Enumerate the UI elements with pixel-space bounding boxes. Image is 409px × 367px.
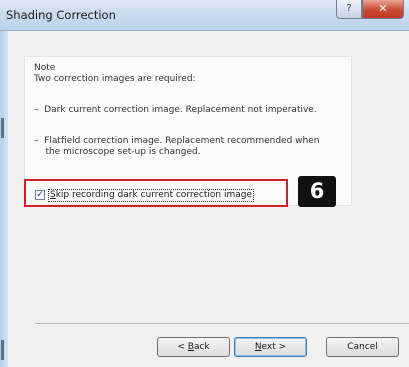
- close-icon: ✕: [378, 2, 388, 15]
- help-button[interactable]: ?: [336, 0, 362, 19]
- skip-dark-current-label[interactable]: Skip recording dark current correction i…: [48, 189, 254, 202]
- skip-label-text: kip recording dark current correction im…: [55, 190, 252, 200]
- title-bar[interactable]: Shading Correction ? ✕: [0, 0, 409, 31]
- window-title: Shading Correction: [6, 8, 116, 22]
- back-button[interactable]: < Back: [157, 337, 230, 357]
- back-label: ack: [193, 342, 210, 352]
- checkmark-icon: ✓: [36, 190, 44, 200]
- note-heading: Note: [34, 63, 56, 73]
- border-marker: [1, 118, 4, 138]
- next-button[interactable]: Next >: [234, 337, 307, 357]
- border-marker: [1, 340, 4, 360]
- dialog-content: Note Two correction images are required:…: [9, 31, 409, 367]
- step-number-badge: 6: [298, 176, 336, 207]
- note-bullet-flatfield: – Flatfield correction image. Replacemen…: [34, 136, 320, 157]
- mnemonic-n: N: [254, 342, 262, 352]
- shading-correction-dialog: Shading Correction ? ✕ Note Two correcti…: [0, 0, 409, 367]
- skip-dark-current-checkbox[interactable]: ✓: [35, 190, 45, 200]
- next-label: ext >: [261, 342, 287, 352]
- close-button[interactable]: ✕: [362, 0, 404, 19]
- button-divider-highlight: [35, 324, 409, 325]
- window-left-border: [0, 0, 8, 367]
- note-bullet-dark-current: – Dark current correction image. Replace…: [34, 105, 317, 115]
- note-intro: Two correction images are required:: [34, 74, 196, 84]
- back-prefix: <: [177, 342, 188, 352]
- cancel-button[interactable]: Cancel: [326, 337, 399, 357]
